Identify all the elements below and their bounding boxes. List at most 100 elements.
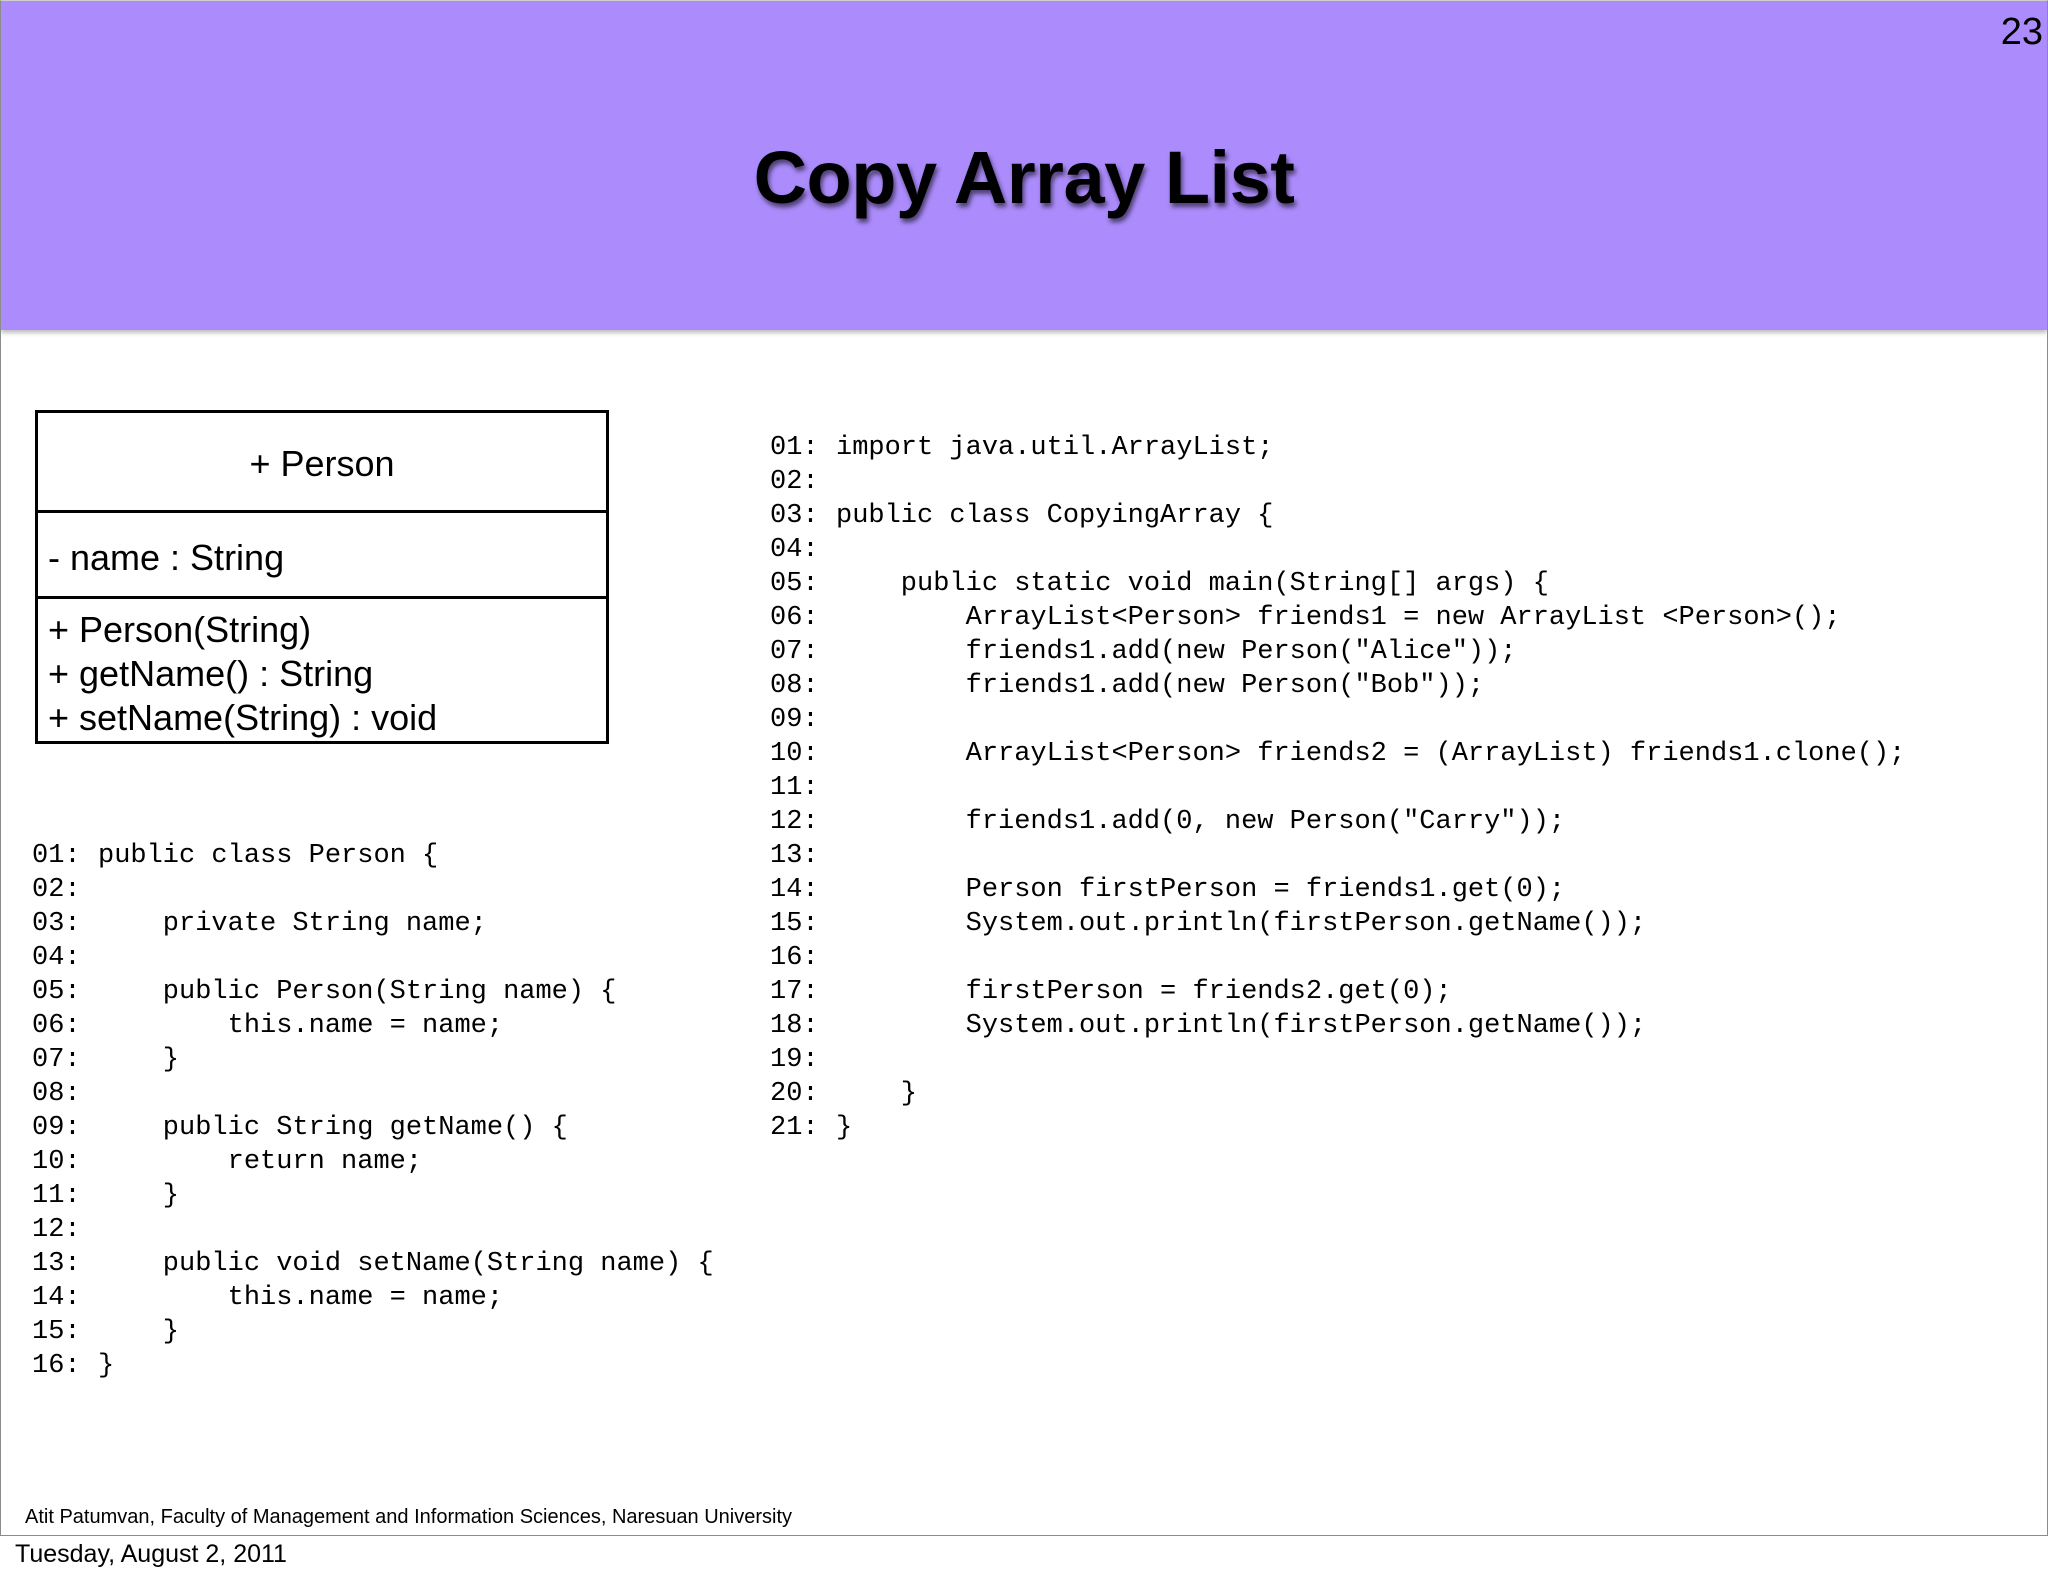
code-text: } bbox=[98, 1351, 115, 1381]
code-line: 01: import java.util.ArrayList; bbox=[770, 431, 1905, 465]
line-number: 05: bbox=[770, 569, 819, 599]
code-line: 07: } bbox=[32, 1043, 714, 1077]
slide-number: 23 bbox=[2000, 11, 2043, 53]
code-text: public class Person { bbox=[98, 841, 439, 871]
line-number: 11: bbox=[770, 773, 819, 803]
code-line: 03: public class CopyingArray { bbox=[770, 499, 1905, 533]
line-number: 11: bbox=[32, 1181, 81, 1211]
line-number: 12: bbox=[770, 807, 819, 837]
code-line: 01: public class Person { bbox=[32, 839, 714, 873]
code-text: } bbox=[836, 1079, 918, 1109]
line-number: 06: bbox=[770, 603, 819, 633]
code-line: 02: bbox=[770, 465, 1905, 499]
code-line: 08: bbox=[32, 1077, 714, 1111]
code-line: 05: public static void main(String[] arg… bbox=[770, 567, 1905, 601]
uml-operation: + getName() : String bbox=[48, 653, 374, 694]
code-text: } bbox=[98, 1317, 180, 1347]
code-text: firstPerson = friends2.get(0); bbox=[836, 977, 1452, 1007]
code-text: friends1.add(new Person("Alice")); bbox=[836, 637, 1517, 667]
code-line: 14: Person firstPerson = friends1.get(0)… bbox=[770, 873, 1905, 907]
line-number: 02: bbox=[770, 467, 819, 497]
uml-class-name: + Person bbox=[249, 443, 395, 484]
code-text: this.name = name; bbox=[98, 1283, 504, 1313]
line-number: 09: bbox=[32, 1113, 81, 1143]
code-line: 10: return name; bbox=[32, 1145, 714, 1179]
line-number: 18: bbox=[770, 1011, 819, 1041]
line-number: 01: bbox=[770, 433, 819, 463]
code-line: 10: ArrayList<Person> friends2 = (ArrayL… bbox=[770, 737, 1905, 771]
code-text: System.out.println(firstPerson.getName()… bbox=[836, 1011, 1647, 1041]
code-text: public class CopyingArray { bbox=[836, 501, 1274, 531]
line-number: 14: bbox=[32, 1283, 81, 1313]
line-number: 15: bbox=[32, 1317, 81, 1347]
uml-class-diagram: + Person - name : String + Person(String… bbox=[35, 410, 609, 744]
slide-header: Copy Array List 23 bbox=[1, 1, 2047, 330]
uml-class-name-section: + Person bbox=[38, 413, 606, 513]
code-line: 09: bbox=[770, 703, 1905, 737]
code-line: 14: this.name = name; bbox=[32, 1281, 714, 1315]
code-text: friends1.add(0, new Person("Carry")); bbox=[836, 807, 1566, 837]
code-line: 06: this.name = name; bbox=[32, 1009, 714, 1043]
code-text: public Person(String name) { bbox=[98, 977, 617, 1007]
code-text: } bbox=[98, 1045, 180, 1075]
line-number: 06: bbox=[32, 1011, 81, 1041]
code-line: 03: private String name; bbox=[32, 907, 714, 941]
code-text: Person firstPerson = friends1.get(0); bbox=[836, 875, 1566, 905]
line-number: 19: bbox=[770, 1045, 819, 1075]
copying-array-code-listing: 01: import java.util.ArrayList; 02: 03: publ… bbox=[770, 431, 1905, 1145]
line-number: 13: bbox=[32, 1249, 81, 1279]
code-line: 02: bbox=[32, 873, 714, 907]
code-text: public static void main(String[] args) { bbox=[836, 569, 1549, 599]
line-number: 17: bbox=[770, 977, 819, 1007]
footer-credit: Atit Patumvan, Faculty of Management and… bbox=[25, 1506, 793, 1528]
uml-operation: + Person(String) bbox=[48, 609, 312, 650]
slide-title: Copy Array List bbox=[753, 136, 1295, 219]
uml-attributes-section: - name : String bbox=[38, 513, 606, 599]
code-line: 13: bbox=[770, 839, 1905, 873]
line-number: 01: bbox=[32, 841, 81, 871]
code-line: 06: ArrayList<Person> friends1 = new Arr… bbox=[770, 601, 1905, 635]
code-line: 04: bbox=[32, 941, 714, 975]
code-text: public String getName() { bbox=[98, 1113, 568, 1143]
code-text: this.name = name; bbox=[98, 1011, 504, 1041]
slide: Copy Array List 23 + Person - name : Str… bbox=[0, 0, 2048, 1536]
line-number: 02: bbox=[32, 875, 81, 905]
line-number: 03: bbox=[770, 501, 819, 531]
code-line: 12: friends1.add(0, new Person("Carry"))… bbox=[770, 805, 1905, 839]
code-line: 09: public String getName() { bbox=[32, 1111, 714, 1145]
code-line: 16: bbox=[770, 941, 1905, 975]
line-number: 04: bbox=[770, 535, 819, 565]
code-text: System.out.println(firstPerson.getName()… bbox=[836, 909, 1647, 939]
code-line: 15: System.out.println(firstPerson.getNa… bbox=[770, 907, 1905, 941]
code-line: 17: firstPerson = friends2.get(0); bbox=[770, 975, 1905, 1009]
line-number: 04: bbox=[32, 943, 81, 973]
line-number: 16: bbox=[770, 943, 819, 973]
code-line: 20: } bbox=[770, 1077, 1905, 1111]
line-number: 09: bbox=[770, 705, 819, 735]
line-number: 14: bbox=[770, 875, 819, 905]
code-line: 15: } bbox=[32, 1315, 714, 1349]
code-text: return name; bbox=[98, 1147, 423, 1177]
code-line: 08: friends1.add(new Person("Bob")); bbox=[770, 669, 1905, 703]
line-number: 03: bbox=[32, 909, 81, 939]
line-number: 12: bbox=[32, 1215, 81, 1245]
line-number: 07: bbox=[770, 637, 819, 667]
line-number: 10: bbox=[32, 1147, 81, 1177]
code-line: 16:} bbox=[32, 1349, 714, 1383]
line-number: 07: bbox=[32, 1045, 81, 1075]
line-number: 10: bbox=[770, 739, 819, 769]
line-number: 21: bbox=[770, 1113, 819, 1143]
line-number: 13: bbox=[770, 841, 819, 871]
code-line: 19: bbox=[770, 1043, 1905, 1077]
line-number: 05: bbox=[32, 977, 81, 1007]
line-number: 16: bbox=[32, 1351, 81, 1381]
code-text: private String name; bbox=[98, 909, 487, 939]
code-text: } bbox=[98, 1181, 180, 1211]
date-stamp: Tuesday, August 2, 2011 bbox=[15, 1540, 287, 1568]
line-number: 08: bbox=[32, 1079, 81, 1109]
uml-operations-section: + Person(String) + getName() : String + … bbox=[38, 599, 606, 741]
uml-operation: + setName(String) : void bbox=[48, 697, 438, 738]
uml-attribute: - name : String bbox=[48, 537, 285, 578]
code-line: 04: bbox=[770, 533, 1905, 567]
code-line: 13: public void setName(String name) { bbox=[32, 1247, 714, 1281]
